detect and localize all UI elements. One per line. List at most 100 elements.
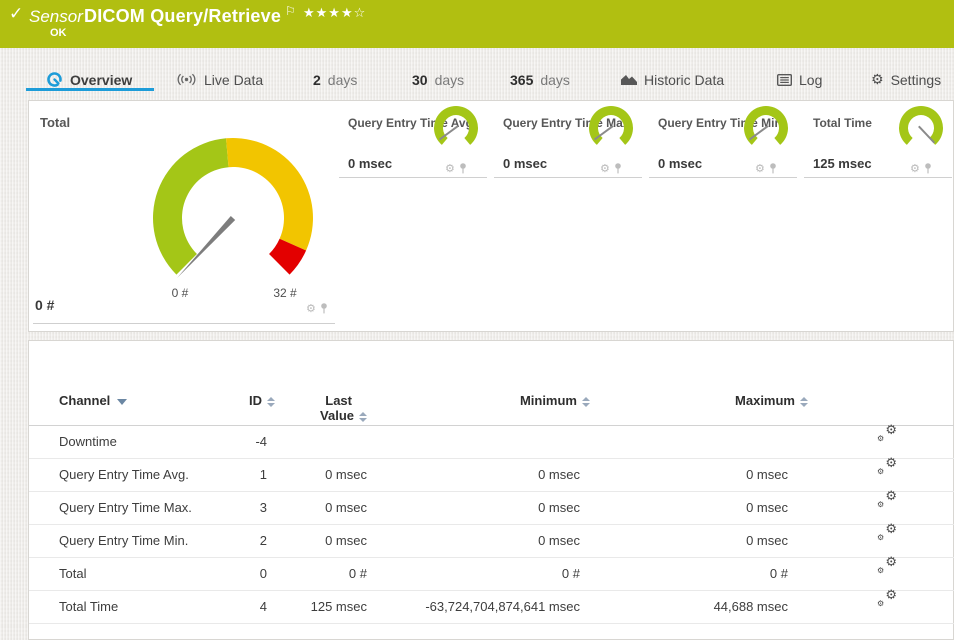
column-header-last-value[interactable]: Last Value: [267, 393, 367, 423]
column-header-channel[interactable]: Channel: [59, 393, 127, 408]
channel-settings-icon[interactable]: ⚙⚙: [877, 491, 897, 511]
gauge-query-entry-time-max: Query Entry Time Max. 0 msec ⚙: [494, 101, 642, 178]
cell-minimum: 0 #: [562, 557, 580, 590]
cell-id: -4: [255, 425, 267, 458]
star-filled-icon[interactable]: ★★★★: [303, 5, 354, 20]
pin-icon[interactable]: [769, 163, 777, 174]
sort-both-icon: [800, 397, 808, 407]
tab-365-days[interactable]: 365 days: [510, 69, 570, 90]
sensor-header: ✓ Sensor DICOM Query/Retrieve ⚐ ★★★★☆ OK: [0, 0, 954, 48]
cell-last-value: 0 msec: [325, 524, 367, 557]
gauge-settings-gear-icon[interactable]: ⚙: [910, 163, 920, 174]
status-badge: OK: [50, 27, 67, 39]
table-row-query-entry-time-max: Query Entry Time Max. 3 0 msec 0 msec 0 …: [29, 491, 954, 525]
tab-settings[interactable]: ⚙ Settings: [871, 69, 941, 90]
gear-icon: ⚙: [871, 73, 884, 87]
mini-gauge-chart: [431, 105, 481, 149]
pin-icon[interactable]: [614, 163, 622, 174]
column-header-maximum-label: Maximum: [735, 393, 795, 408]
column-header-minimum-label: Minimum: [520, 393, 577, 408]
channel-settings-icon[interactable]: ⚙⚙: [877, 557, 897, 577]
priority-stars[interactable]: ★★★★☆: [303, 5, 366, 21]
channel-settings-icon[interactable]: ⚙⚙: [877, 590, 897, 610]
tab-2-days-number: 2: [313, 72, 321, 88]
table-row-query-entry-time-avg: Query Entry Time Avg. 1 0 msec 0 msec 0 …: [29, 458, 954, 492]
gauge-query-entry-time-avg: Query Entry Time Avg. 0 msec ⚙: [339, 101, 487, 178]
tab-365-days-number: 365: [510, 72, 533, 88]
gauge-icon: [46, 71, 63, 88]
cell-channel: Query Entry Time Avg.: [59, 458, 189, 491]
table-row-downtime: Downtime -4 ⚙⚙: [29, 425, 954, 459]
channel-settings-icon[interactable]: ⚙⚙: [877, 458, 897, 478]
column-header-maximum[interactable]: Maximum: [629, 393, 808, 408]
pin-icon[interactable]: [320, 303, 328, 314]
tab-historic-data-label: Historic Data: [644, 72, 724, 88]
gauge-needle: [919, 125, 935, 145]
divider: [33, 323, 335, 324]
column-header-id-label: ID: [249, 393, 262, 408]
gauge-total-title: Total: [40, 115, 70, 130]
cell-channel: Downtime: [59, 425, 117, 458]
log-list-icon: [777, 74, 792, 86]
tab-30-days[interactable]: 30 days: [412, 69, 464, 90]
active-tab-underline: [26, 88, 154, 91]
column-header-last-label: Last: [267, 393, 367, 408]
sort-both-icon: [359, 412, 367, 423]
cell-id: 3: [260, 491, 267, 524]
mini-gauge-chart: [741, 105, 791, 149]
cell-last-value: 0 msec: [325, 458, 367, 491]
cell-last-value: 0 #: [349, 557, 367, 590]
tab-log[interactable]: Log: [777, 69, 822, 90]
cell-minimum: -63,724,704,874,641 msec: [425, 590, 580, 623]
broadcast-icon: [176, 73, 197, 86]
cell-maximum: 0 #: [770, 557, 788, 590]
table-row-total-time: Total Time 4 125 msec -63,724,704,874,64…: [29, 590, 954, 624]
channel-settings-icon[interactable]: ⚙⚙: [877, 524, 897, 544]
gauge-settings-gear-icon[interactable]: ⚙: [600, 163, 610, 174]
cell-id: 2: [260, 524, 267, 557]
cell-minimum: 0 msec: [538, 524, 580, 557]
tab-2-days[interactable]: 2 days: [313, 69, 357, 90]
total-gauge-chart: [133, 126, 333, 301]
tab-live-data[interactable]: Live Data: [176, 69, 263, 90]
channels-table-panel: Channel ID Last Value Minimum Maximum Do…: [28, 340, 954, 640]
column-header-value-label: Value: [320, 408, 354, 423]
cell-minimum: 0 msec: [538, 491, 580, 524]
cell-channel: Query Entry Time Min.: [59, 524, 188, 557]
cell-id: 4: [260, 590, 267, 623]
gauge-value: 125 msec: [813, 156, 872, 171]
gauge-settings-gear-icon[interactable]: ⚙: [445, 163, 455, 174]
tab-overview[interactable]: Overview: [46, 69, 132, 90]
gauge-value: 0 msec: [658, 156, 702, 171]
channel-settings-icon[interactable]: ⚙⚙: [877, 425, 897, 445]
tab-365-days-unit: days: [540, 72, 570, 88]
gauge-scale-min: 0 #: [150, 286, 210, 300]
column-header-minimum[interactable]: Minimum: [409, 393, 590, 408]
tab-30-days-unit: days: [435, 72, 465, 88]
gauges-panel: Total 0 # 32 # 0 # ⚙ Query Entry Time Av…: [28, 100, 954, 332]
cell-id: 1: [260, 458, 267, 491]
sensor-kind-label: Sensor: [29, 7, 83, 27]
tab-2-days-unit: days: [328, 72, 358, 88]
pin-icon[interactable]: [924, 163, 932, 174]
cell-minimum: 0 msec: [538, 458, 580, 491]
flag-icon[interactable]: ⚐: [285, 4, 296, 18]
star-empty-icon[interactable]: ☆: [354, 5, 367, 20]
tab-overview-label: Overview: [70, 72, 132, 88]
gauge-settings-gear-icon[interactable]: ⚙: [306, 303, 316, 314]
page-title: DICOM Query/Retrieve: [84, 6, 281, 27]
cell-channel: Total: [59, 557, 86, 590]
gauge-value: 0 msec: [503, 156, 547, 171]
status-check-icon: ✓: [9, 4, 23, 24]
tab-live-data-label: Live Data: [204, 72, 263, 88]
tab-log-label: Log: [799, 72, 822, 88]
pin-icon[interactable]: [459, 163, 467, 174]
column-header-channel-label: Channel: [59, 393, 110, 408]
tab-30-days-number: 30: [412, 72, 428, 88]
table-row-total: Total 0 0 # 0 # 0 # ⚙⚙: [29, 557, 954, 591]
gauge-settings-gear-icon[interactable]: ⚙: [755, 163, 765, 174]
column-header-id[interactable]: ID: [175, 393, 275, 408]
gauge-value: 0 msec: [348, 156, 392, 171]
tab-historic-data[interactable]: Historic Data: [621, 69, 724, 90]
tab-settings-label: Settings: [891, 72, 942, 88]
